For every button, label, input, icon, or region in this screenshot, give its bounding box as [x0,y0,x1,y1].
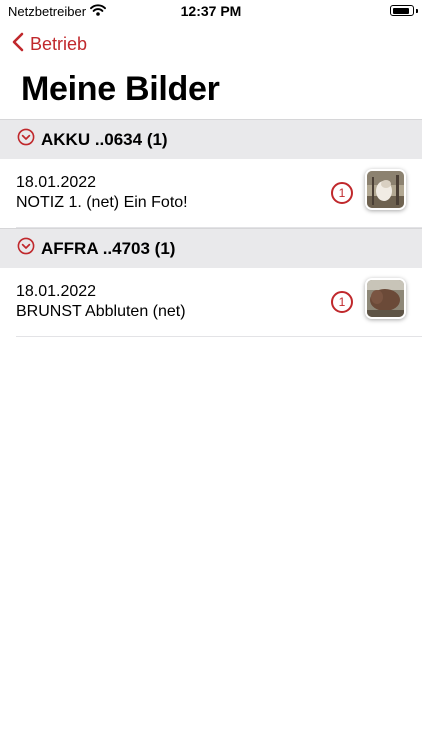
page-title: Meine Bilder [21,70,220,108]
chevron-left-icon [12,32,24,57]
chevron-down-circle-icon [17,237,35,260]
back-button[interactable]: Betrieb [12,32,87,56]
battery-cap [416,9,418,13]
image-list: AKKU ..0634 (1) 18.01.2022 NOTIZ 1. (net… [0,119,422,337]
item-date: 18.01.2022 [16,174,97,191]
item-date: 18.01.2022 [16,283,97,300]
item-subtitle: BRUNST Abbluten (net) [16,303,186,320]
cow-photo-thumbnail[interactable] [365,278,406,319]
list-item[interactable]: 18.01.2022 BRUNST Abbluten (net) 1 [16,268,422,337]
battery-icon [390,5,414,16]
section-title: AKKU ..0634 (1) [41,129,168,149]
section-title: AFFRA ..4703 (1) [41,238,176,258]
count-badge: 1 [331,291,353,313]
status-time: 12:37 PM [180,3,242,19]
back-button-label: Betrieb [30,33,88,54]
cow-photo-thumbnail[interactable] [365,169,406,210]
chevron-down-circle-icon [17,128,35,151]
section-header[interactable]: AKKU ..0634 (1) [0,119,422,159]
item-subtitle: NOTIZ 1. (net) Ein Foto! [16,194,188,211]
list-item[interactable]: 18.01.2022 NOTIZ 1. (net) Ein Foto! 1 [16,159,422,228]
section-header[interactable]: AFFRA ..4703 (1) [0,228,422,268]
status-bar: Netzbetreiber 12:37 PM [0,0,422,24]
count-badge: 1 [331,182,353,204]
